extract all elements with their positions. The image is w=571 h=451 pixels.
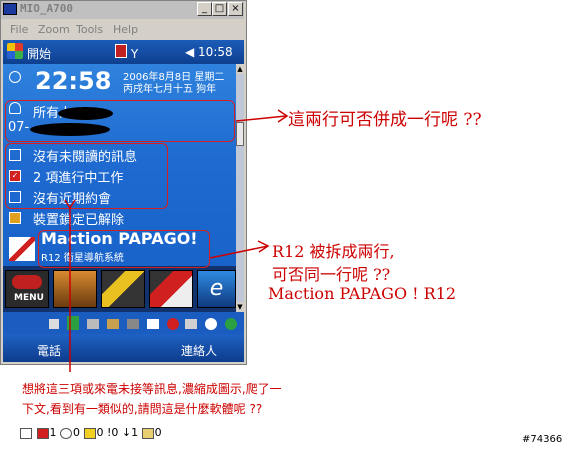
warning-icon <box>83 427 96 439</box>
annotation-merge-lines: 這兩行可否併成一行呢 ?? <box>288 110 482 130</box>
annotation-r12-line1: R12 被拆成兩行, <box>272 242 395 261</box>
download-count: ↓1 <box>121 426 139 439</box>
annotation-r12-line2: 可否同一行呢 ?? <box>272 265 391 284</box>
sun-icon <box>60 427 72 439</box>
annotation-compress-line1: 想將這三項或來電未接等訊息,濃縮成圖示,爬了一 <box>22 382 282 396</box>
sun-count: 0 <box>73 426 80 439</box>
notification-icon-strip: 1 0 0 !0 ↓1 0 <box>20 426 162 439</box>
warning-count: 0 <box>96 426 104 439</box>
calendar-icon <box>20 427 32 439</box>
task-icon <box>36 427 49 439</box>
mail-count: 0 <box>154 426 162 439</box>
watermark: #74366 <box>522 434 563 445</box>
annotation-r12-line3: Maction PAPAGO ! R12 <box>268 284 457 303</box>
alert-count: !0 <box>107 426 119 439</box>
annotation-compress-line2: 下文,看到有一類似的,請問這是什麼軟體呢 ?? <box>22 402 263 416</box>
task-count: 1 <box>49 426 57 439</box>
envelope-icon <box>141 427 154 439</box>
arrow-owner <box>235 115 287 122</box>
arrowhead-status <box>64 199 76 210</box>
